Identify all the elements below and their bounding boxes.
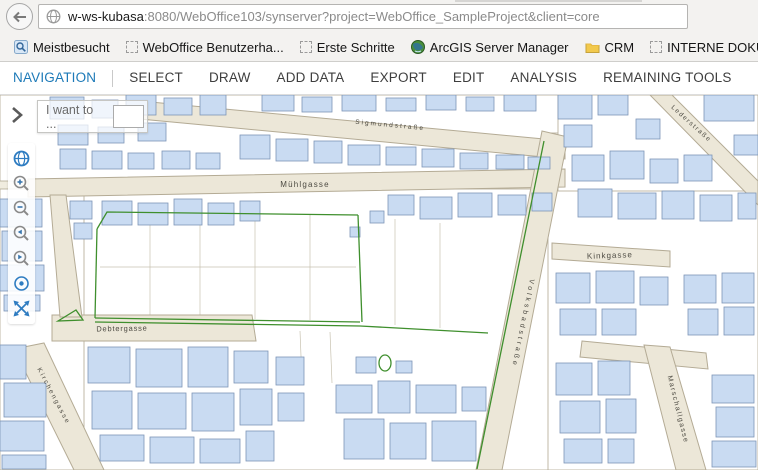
bookmark-label: WebOffice Benutzerha...	[143, 40, 284, 55]
tab-edge	[455, 0, 642, 2]
address-bar[interactable]: w-ws-kubasa:8080/WebOffice103/synserver?…	[38, 4, 688, 29]
street-label: Debtergasse	[96, 324, 147, 334]
browser-toolbar: w-ws-kubasa:8080/WebOffice103/synserver?…	[0, 0, 758, 33]
i-want-to-input[interactable]	[113, 105, 144, 128]
bookmark-label: INTERNE DOKU	[667, 40, 758, 55]
bookmark-label: ArcGIS Server Manager	[430, 40, 569, 55]
next-extent-icon	[12, 249, 31, 268]
zoom-out-button[interactable]	[10, 196, 33, 221]
most-visited-icon	[14, 40, 28, 54]
street-label: Kinkgasse	[587, 250, 633, 261]
dashed-placeholder-icon	[650, 41, 662, 53]
bookmark-interne-doku[interactable]: INTERNE DOKU	[642, 33, 758, 61]
back-arrow-icon	[12, 11, 27, 23]
geolocate-icon	[12, 274, 31, 293]
tab-remaining-tools[interactable]: REMAINING TOOLS	[590, 62, 745, 94]
tab-select[interactable]: SELECT	[116, 62, 196, 94]
url-path: :8080/WebOffice103/synserver?project=Web…	[144, 9, 600, 24]
tab-add-data[interactable]: ADD DATA	[264, 62, 358, 94]
bookmark-erste-schritte[interactable]: Erste Schritte	[292, 33, 403, 61]
globe-icon	[12, 149, 31, 168]
bookmark-label: Meistbesucht	[33, 40, 110, 55]
previous-extent-button[interactable]	[10, 221, 33, 246]
i-want-to-label: I want to ...	[38, 103, 113, 131]
bookmark-crm[interactable]: CRM	[577, 33, 643, 61]
dashed-placeholder-icon	[300, 41, 312, 53]
arcgis-globe-icon	[411, 40, 425, 54]
chevron-right-icon	[10, 106, 24, 124]
zoom-in-icon	[12, 174, 31, 193]
dashed-placeholder-icon	[126, 41, 138, 53]
geolocate-button[interactable]	[10, 271, 33, 296]
sidebar-expand-button[interactable]	[8, 106, 26, 126]
bookmarks-bar: Meistbesucht WebOffice Benutzerha... Ers…	[0, 33, 758, 62]
previous-extent-icon	[12, 224, 31, 243]
bookmark-arcgis-server-manager[interactable]: ArcGIS Server Manager	[403, 33, 577, 61]
map-canvas[interactable]: Sigmundstraße Mühlgasse Kinkgasse Debter…	[0, 95, 758, 470]
tab-separator	[112, 70, 113, 87]
expand-arrows-icon	[12, 299, 31, 318]
tab-export[interactable]: EXPORT	[357, 62, 439, 94]
map-viewport[interactable]: Sigmundstraße Mühlgasse Kinkgasse Debter…	[0, 95, 758, 470]
street-label: Mühlgasse	[280, 180, 330, 189]
tab-draw[interactable]: DRAW	[196, 62, 264, 94]
tab-navigation[interactable]: NAVIGATION	[0, 62, 109, 94]
bookmark-weboffice-benutzerhandbuch[interactable]: WebOffice Benutzerha...	[118, 33, 292, 61]
next-extent-button[interactable]	[10, 246, 33, 271]
bookmark-label: CRM	[605, 40, 635, 55]
tab-edit[interactable]: EDIT	[440, 62, 498, 94]
folder-icon	[585, 41, 600, 54]
map-tools-panel	[8, 143, 35, 324]
bookmark-meistbesucht[interactable]: Meistbesucht	[6, 33, 118, 61]
zoom-in-button[interactable]	[10, 171, 33, 196]
bookmark-label: Erste Schritte	[317, 40, 395, 55]
zoom-out-icon	[12, 199, 31, 218]
full-extent-globe-button[interactable]	[10, 146, 33, 171]
back-button[interactable]	[6, 3, 33, 30]
tab-analysis[interactable]: ANALYSIS	[497, 62, 590, 94]
i-want-to-panel: I want to ...	[37, 100, 148, 133]
weboffice-tab-bar: NAVIGATION SELECT DRAW ADD DATA EXPORT E…	[0, 62, 758, 95]
zoom-full-button[interactable]	[10, 296, 33, 321]
url-hostname: w-ws-kubasa	[68, 9, 144, 24]
site-globe-icon	[46, 9, 61, 24]
